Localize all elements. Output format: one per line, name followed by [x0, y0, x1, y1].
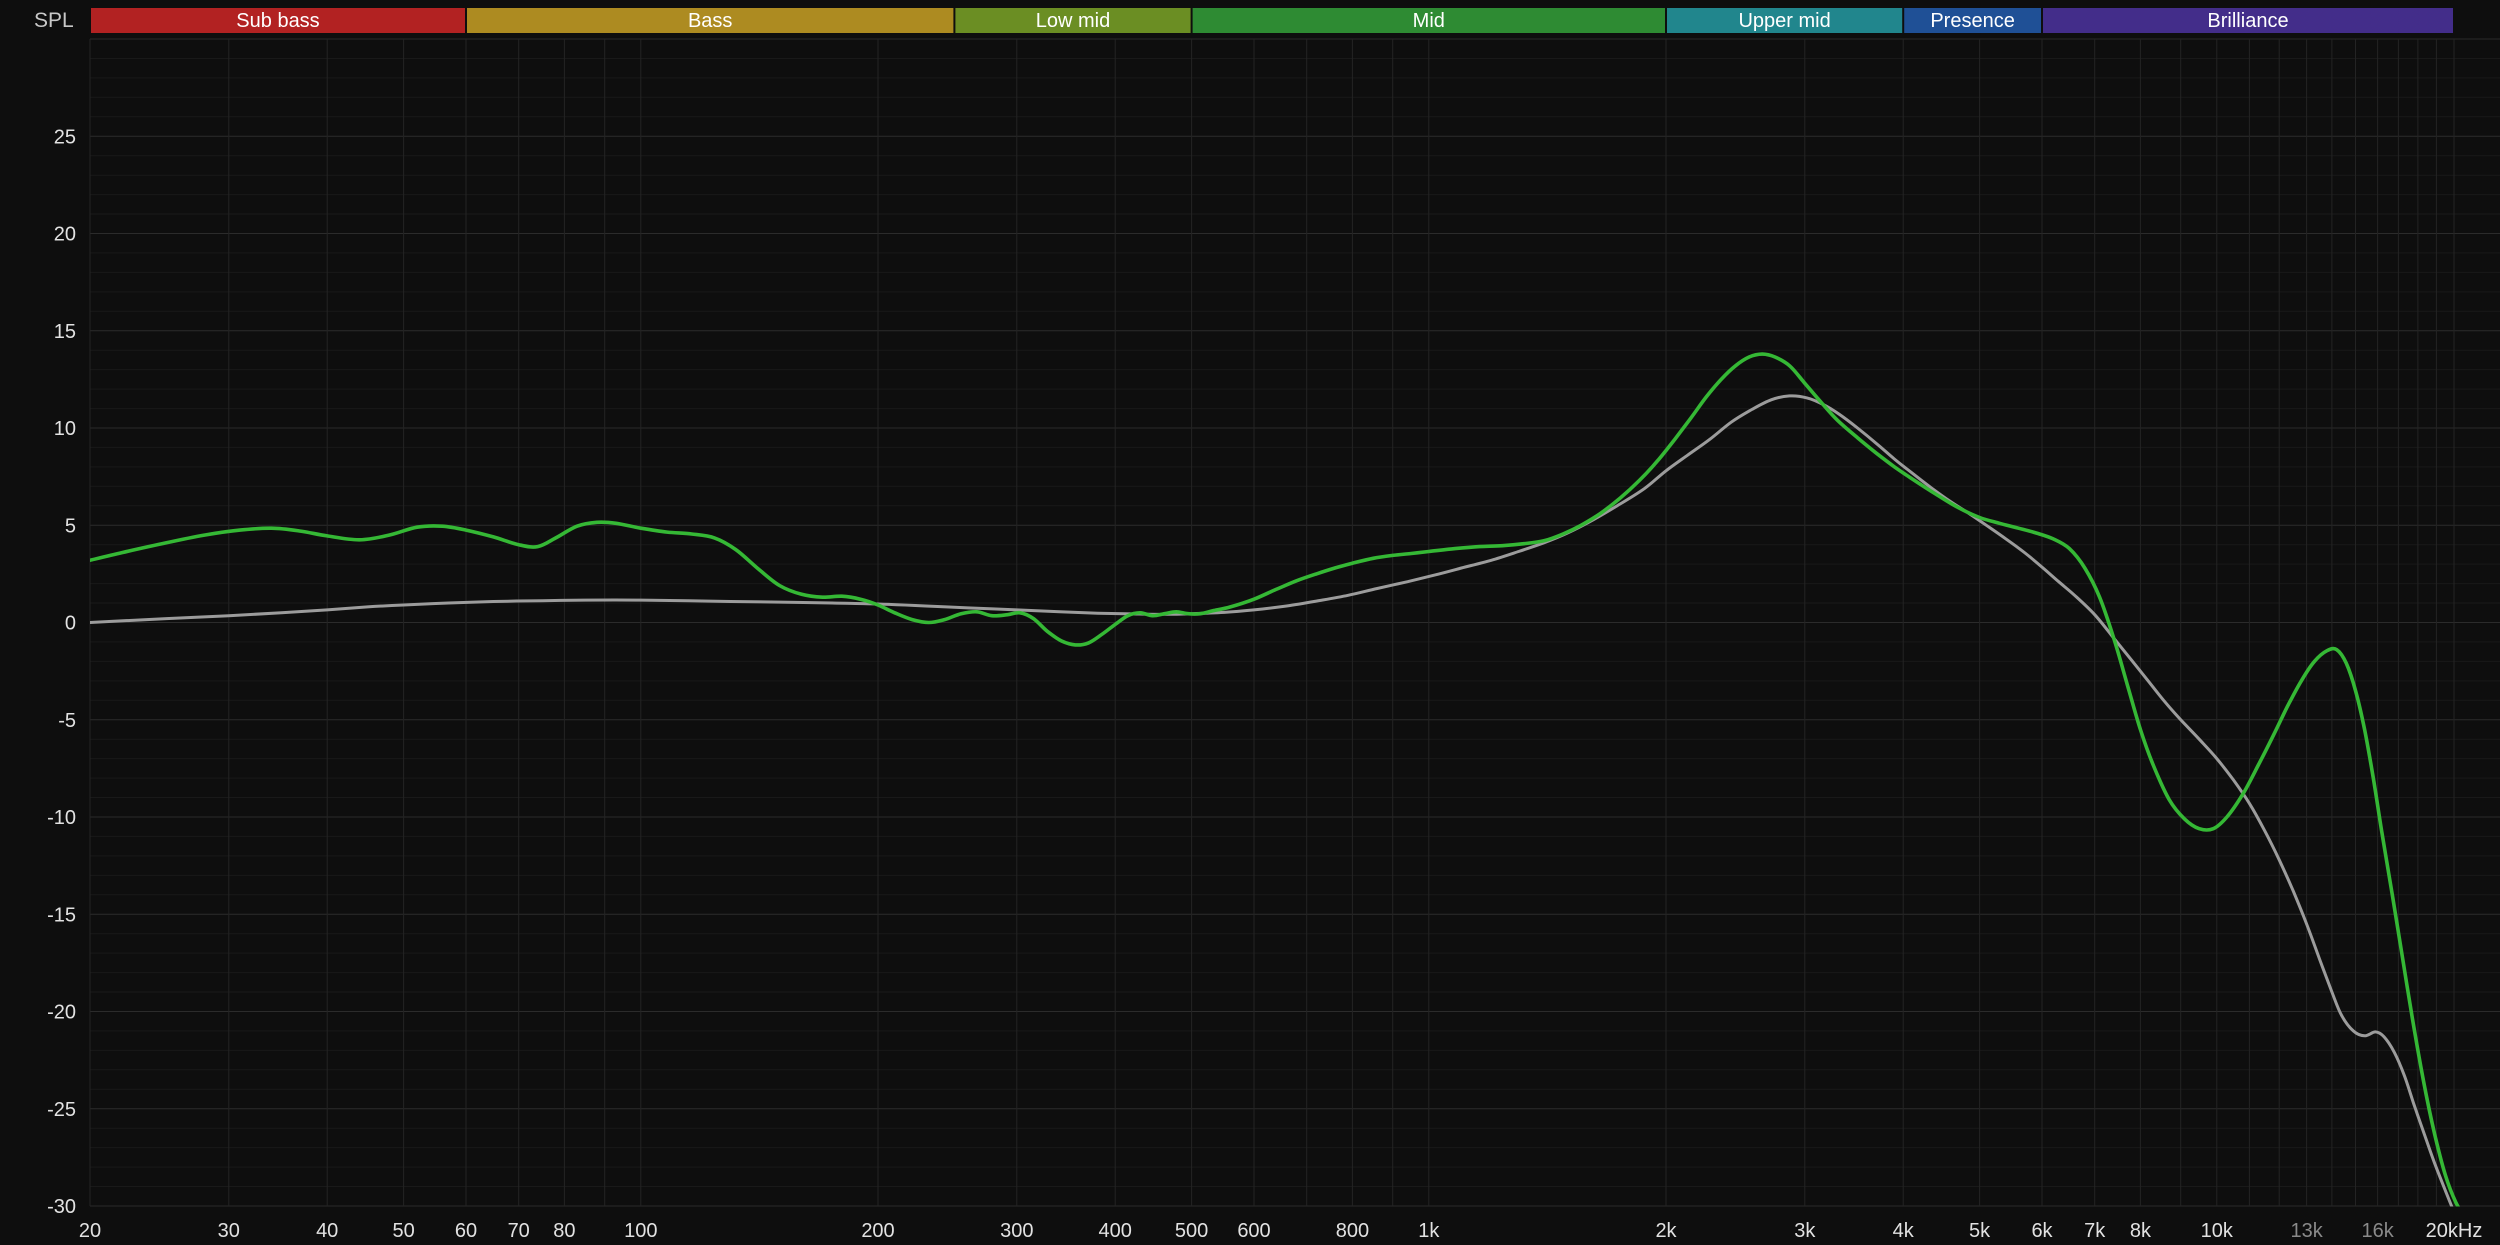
x-tick-600: 600 — [1237, 1220, 1270, 1242]
x-tick-2k: 2k — [1655, 1220, 1677, 1242]
x-tick-100: 100 — [624, 1220, 657, 1242]
y-tick-15: 15 — [54, 321, 76, 343]
x-tick-50: 50 — [392, 1220, 414, 1242]
band-label-sub-bass: Sub bass — [236, 10, 319, 32]
x-tick-80: 80 — [553, 1220, 575, 1242]
y-tick-25: 25 — [54, 126, 76, 148]
y-tick-5: 5 — [65, 515, 76, 537]
x-tick-10k: 10k — [2201, 1220, 2234, 1242]
frequency-band-bar: Sub bass Bass Low mid Mid Upper mid Presence B… — [91, 8, 2453, 33]
band-label-bass: Bass — [688, 10, 732, 32]
x-tick-8k: 8k — [2130, 1220, 2152, 1242]
y-tick--15: -15 — [47, 904, 76, 926]
band-label-low-mid: Low mid — [1036, 10, 1110, 32]
y-tick-10: 10 — [54, 418, 76, 440]
x-tick-20: 20 — [79, 1220, 101, 1242]
spl-axis-title: SPL — [34, 9, 74, 32]
x-tick-70: 70 — [508, 1220, 530, 1242]
x-tick-1k: 1k — [1418, 1220, 1440, 1242]
band-label-mid: Mid — [1413, 10, 1445, 32]
x-tick-800: 800 — [1336, 1220, 1369, 1242]
y-tick--20: -20 — [47, 1002, 76, 1024]
x-tick-13k: 13k — [2290, 1220, 2323, 1242]
y-tick--10: -10 — [47, 807, 76, 829]
x-tick-500: 500 — [1175, 1220, 1208, 1242]
x-tick-40: 40 — [316, 1220, 338, 1242]
x-tick-4k: 4k — [1893, 1220, 1915, 1242]
x-tick-7k: 7k — [2084, 1220, 2106, 1242]
y-tick--25: -25 — [47, 1099, 76, 1121]
x-tick-20kHz: 20kHz — [2426, 1220, 2483, 1242]
x-tick-60: 60 — [455, 1220, 477, 1242]
x-tick-6k: 6k — [2031, 1220, 2053, 1242]
y-tick--30: -30 — [47, 1196, 76, 1218]
x-tick-16k: 16k — [2361, 1220, 2394, 1242]
x-tick-3k: 3k — [1794, 1220, 1816, 1242]
x-tick-200: 200 — [861, 1220, 894, 1242]
band-label-brilliance: Brilliance — [2207, 10, 2288, 32]
y-tick--5: -5 — [58, 710, 76, 732]
frequency-response-chart: Sub bass Bass Low mid Mid Upper mid Presence B… — [0, 0, 2500, 1245]
band-label-presence: Presence — [1930, 10, 2015, 32]
y-tick-20: 20 — [54, 224, 76, 246]
band-label-upper-mid: Upper mid — [1738, 10, 1830, 32]
x-tick-400: 400 — [1099, 1220, 1132, 1242]
x-tick-5k: 5k — [1969, 1220, 1991, 1242]
y-tick-0: 0 — [65, 613, 76, 635]
x-tick-30: 30 — [218, 1220, 240, 1242]
x-tick-300: 300 — [1000, 1220, 1033, 1242]
